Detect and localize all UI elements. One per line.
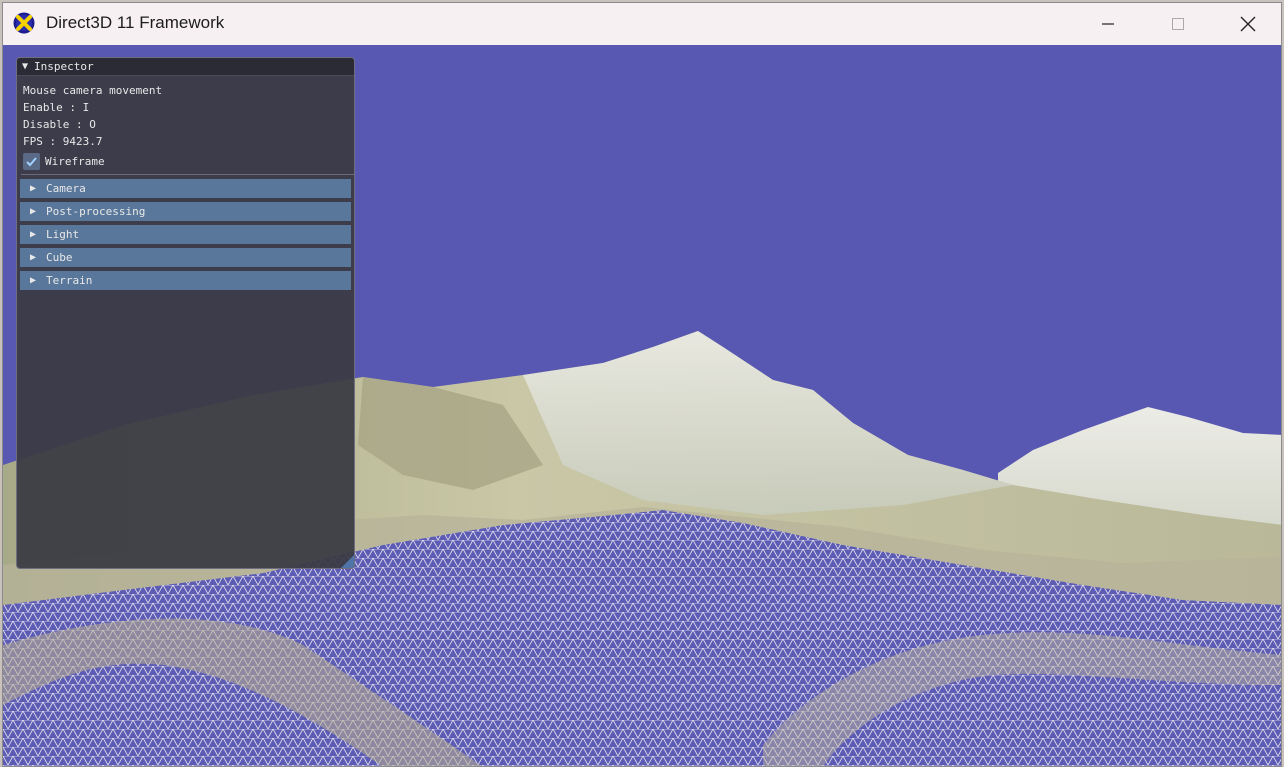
- close-icon: [1240, 16, 1256, 32]
- expand-triangle-icon: ▶: [30, 206, 37, 217]
- inspector-panel[interactable]: ▼ Inspector Mouse camera movement Enable…: [16, 57, 355, 569]
- wireframe-checkbox-row[interactable]: Wireframe: [23, 151, 354, 171]
- section-label: Camera: [46, 182, 86, 195]
- divider: [21, 174, 354, 175]
- section-cube[interactable]: ▶ Cube: [20, 248, 351, 267]
- disable-key-text: Disable : O: [23, 118, 96, 131]
- wireframe-label: Wireframe: [45, 154, 105, 168]
- mouse-camera-text: Mouse camera movement: [23, 84, 163, 97]
- wireframe-checkbox[interactable]: [23, 152, 40, 170]
- section-label: Terrain: [46, 274, 93, 287]
- maximize-icon: [1172, 18, 1184, 30]
- close-button[interactable]: [1213, 3, 1281, 45]
- section-post-processing[interactable]: ▶ Post-processing: [20, 202, 351, 221]
- window-title: Direct3D 11 Framework: [46, 13, 225, 32]
- render-viewport[interactable]: ▼ Inspector Mouse camera movement Enable…: [3, 45, 1281, 766]
- fps-text: FPS : 9423.7: [23, 135, 103, 148]
- app-window: Direct3D 11 Framework ▼ Inspector Mouse …: [2, 2, 1282, 767]
- inspector-title: Inspector: [34, 60, 94, 73]
- expand-triangle-icon: ▶: [30, 183, 37, 194]
- resize-grip[interactable]: [341, 555, 354, 568]
- section-camera[interactable]: ▶ Camera: [20, 179, 351, 198]
- section-label: Cube: [46, 251, 73, 264]
- title-bar[interactable]: Direct3D 11 Framework: [3, 3, 1281, 45]
- section-label: Light: [46, 228, 80, 241]
- expand-triangle-icon: ▶: [30, 275, 37, 286]
- directx-x-icon: [13, 12, 35, 34]
- expand-triangle-icon: ▶: [30, 252, 37, 263]
- section-light[interactable]: ▶ Light: [20, 225, 351, 244]
- checkmark-icon: [26, 156, 37, 166]
- collapse-triangle-icon[interactable]: ▼: [22, 61, 28, 72]
- maximize-button[interactable]: [1143, 3, 1213, 45]
- section-terrain[interactable]: ▶ Terrain: [20, 271, 351, 290]
- expand-triangle-icon: ▶: [30, 229, 37, 240]
- inspector-header[interactable]: ▼ Inspector: [17, 58, 354, 76]
- section-label: Post-processing: [46, 205, 146, 218]
- minimize-button[interactable]: [1073, 3, 1143, 45]
- minimize-icon: [1102, 23, 1114, 25]
- enable-key-text: Enable : I: [23, 101, 90, 114]
